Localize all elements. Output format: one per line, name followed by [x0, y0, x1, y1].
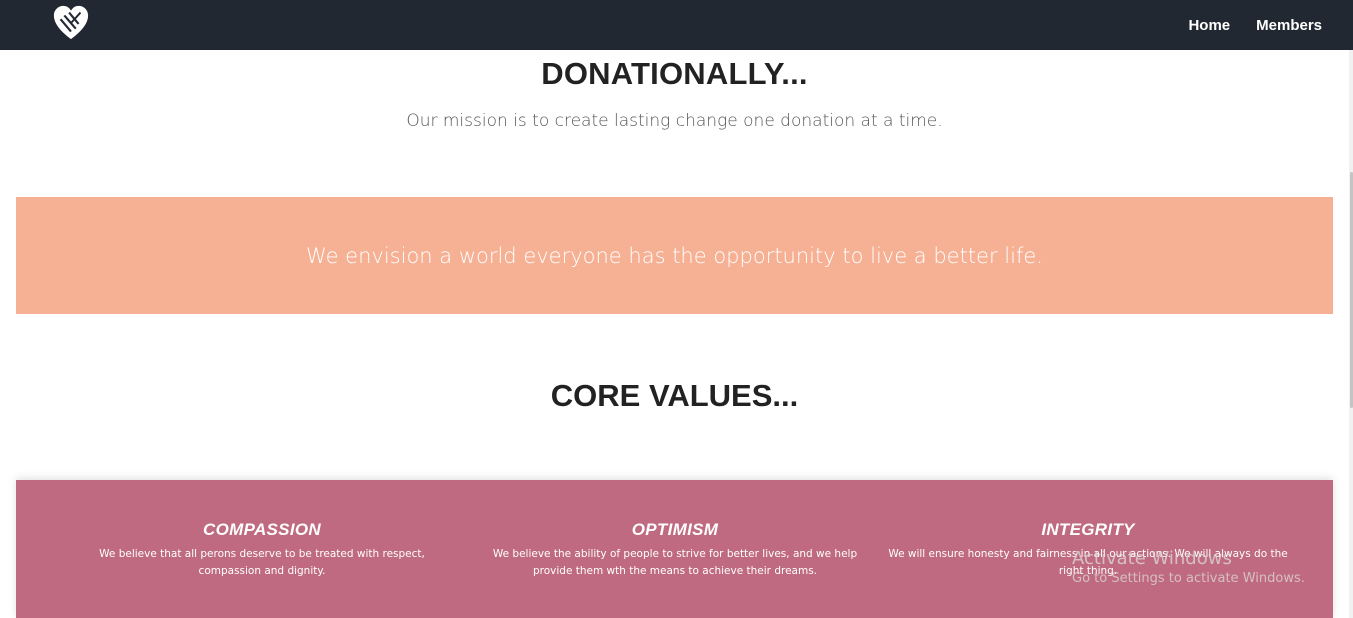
- nav-home-link[interactable]: Home: [1188, 17, 1230, 34]
- page-title: DONATIONALLY...: [541, 56, 808, 91]
- nav-links: Home Members: [1188, 0, 1322, 50]
- value-description: We believe that all perons deserve to be…: [99, 548, 425, 577]
- core-values-heading: CORE VALUES...: [550, 378, 799, 413]
- navbar: Home Members: [0, 0, 1353, 50]
- value-title: INTEGRITY: [1041, 520, 1135, 539]
- mission-statement: Our mission is to create lasting change …: [406, 111, 943, 131]
- core-values-section: COMPASSION We believe that all perons de…: [16, 480, 1333, 618]
- value-card-integrity: INTEGRITY We will ensure honesty and fai…: [888, 520, 1288, 580]
- value-card-optimism: OPTIMISM We believe the ability of peopl…: [490, 520, 860, 580]
- heart-hands-icon[interactable]: [52, 4, 90, 42]
- value-title: OPTIMISM: [631, 520, 719, 539]
- value-card-compassion: COMPASSION We believe that all perons de…: [68, 520, 456, 580]
- value-description: We believe the ability of people to stri…: [492, 548, 858, 577]
- nav-members-link[interactable]: Members: [1256, 17, 1322, 34]
- value-title: COMPASSION: [203, 520, 321, 539]
- value-description: We will ensure honesty and fairness in a…: [888, 548, 1288, 577]
- vision-statement: We envision a world everyone has the opp…: [306, 243, 1043, 268]
- vision-banner: We envision a world everyone has the opp…: [16, 197, 1333, 314]
